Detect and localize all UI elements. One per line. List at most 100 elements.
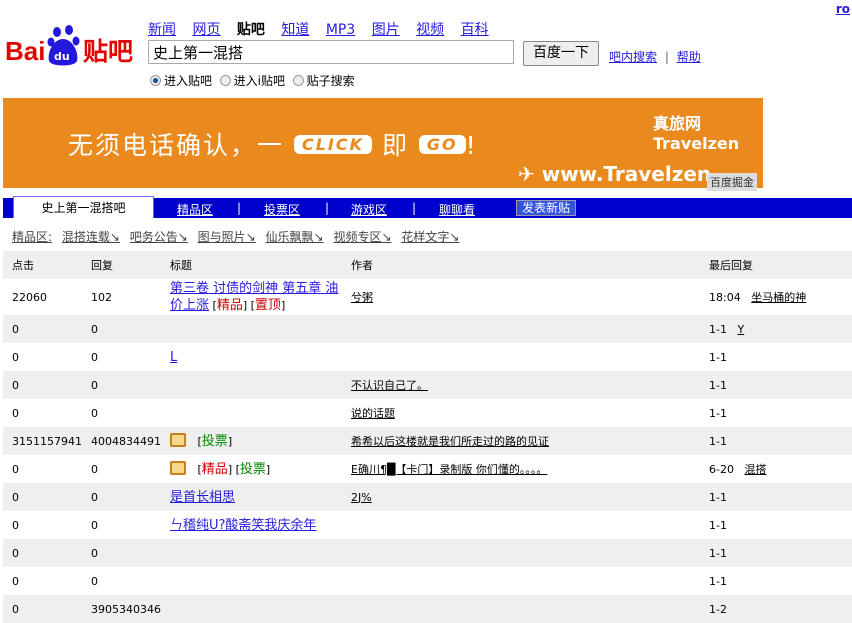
last-reply-user-link[interactable]: 混搭 xyxy=(744,463,766,476)
svg-text:du: du xyxy=(54,50,70,63)
category-link[interactable]: 视频专区↘ xyxy=(333,230,391,244)
nav-web[interactable]: 网页 xyxy=(192,22,232,38)
tag-link[interactable]: 投票 xyxy=(202,434,228,449)
author-link[interactable]: 兮粥 xyxy=(351,291,373,304)
clicks: 0 xyxy=(12,462,19,476)
author-link[interactable]: 2J% xyxy=(351,491,372,504)
author-cell xyxy=(342,343,700,371)
replies: 4004834491 xyxy=(91,434,161,448)
radio-icon[interactable] xyxy=(219,75,231,86)
tab-featured[interactable]: 精品区 xyxy=(177,201,213,218)
clicks: 0 xyxy=(12,322,19,336)
new-post-button[interactable]: 发表新贴 xyxy=(516,200,577,216)
nav-video[interactable]: 视频 xyxy=(416,22,456,38)
category-link[interactable]: 吧务公告↘ xyxy=(130,230,188,244)
search-links: 吧内搜索 | 帮助 xyxy=(609,48,701,65)
featured-label-link[interactable]: 精品区: xyxy=(12,230,52,244)
radio-icon[interactable] xyxy=(292,75,304,86)
table-row: 0 0 1-1 xyxy=(3,567,852,595)
nav-news[interactable]: 新闻 xyxy=(148,22,188,38)
replies: 0 xyxy=(91,406,98,420)
radio-enter-ibar[interactable]: 进入i贴吧 xyxy=(219,74,285,88)
search-input[interactable]: 史上第一混搭 xyxy=(148,40,514,64)
radio-icon[interactable] xyxy=(150,75,161,86)
banner-brand: 真旅网 Travelzen xyxy=(653,114,740,153)
divider: | xyxy=(412,201,417,215)
clicks: 0 xyxy=(12,518,19,532)
category-link[interactable]: 图与照片↘ xyxy=(198,230,256,244)
author-link[interactable]: 不认识自己了。 xyxy=(351,379,428,392)
banner-url: ✈ www.Travelzen xyxy=(518,162,712,186)
category-link[interactable]: 仙乐飘飘↘ xyxy=(266,230,324,244)
nav-tieba: 贴吧 xyxy=(236,22,265,38)
last-reply-cell: 1-1 xyxy=(700,427,852,455)
tab-vote[interactable]: 投票区 xyxy=(264,201,300,218)
tab-chat[interactable]: 聊聊看 xyxy=(439,201,475,218)
category-link[interactable]: 混搭连载↘ xyxy=(62,230,120,244)
table-header: 点击 回复 标题 作者 最后回复 xyxy=(3,251,852,279)
nav-baike[interactable]: 百科 xyxy=(461,22,501,38)
tag-link[interactable]: 精品 xyxy=(217,298,243,313)
last-reply-time: 18:04 xyxy=(709,291,741,304)
help-link[interactable]: 帮助 xyxy=(677,50,701,64)
author-cell: E确川¶█【卡门】录制版 你们懂的。。。。 xyxy=(342,455,700,483)
replies: 0 xyxy=(91,462,98,476)
ad-banner[interactable]: 无须电话确认，一 CLICK 即 GO! ✈ www.Travelzen 真旅网… xyxy=(3,98,763,188)
title-cell xyxy=(161,567,342,595)
search-button[interactable]: 百度一下 xyxy=(523,41,599,66)
nav-images[interactable]: 图片 xyxy=(372,22,412,38)
clicks: 0 xyxy=(12,546,19,560)
author-link[interactable]: E确川¶█【卡门】录制版 你们懂的。。。。 xyxy=(351,463,547,476)
radio-post-search[interactable]: 贴子搜索 xyxy=(292,74,355,88)
author-cell: 2J% xyxy=(342,483,700,511)
last-reply-cell: 1-1 xyxy=(700,539,852,567)
replies: 0 xyxy=(91,546,98,560)
tab-games[interactable]: 游戏区 xyxy=(351,201,387,218)
in-bar-search-link[interactable]: 吧内搜索 xyxy=(609,50,657,64)
author-cell: 说的话题 xyxy=(342,399,700,427)
clicks: 0 xyxy=(12,490,19,504)
replies: 0 xyxy=(91,518,98,532)
thread-title-link[interactable]: L xyxy=(170,350,177,365)
replies: 0 xyxy=(91,350,98,364)
clicks: 0 xyxy=(12,602,19,616)
tag-link[interactable]: 精品 xyxy=(202,462,228,477)
clicks: 0 xyxy=(12,350,19,364)
baidu-tieba-logo[interactable]: Bai du 贴吧 xyxy=(5,22,140,68)
author-link[interactable]: 希希以后这楼就是我们所走过的路的见证 xyxy=(351,435,549,448)
last-reply-user-link[interactable]: 坐马桶的神 xyxy=(751,291,806,304)
author-link[interactable]: 说的话题 xyxy=(351,407,395,420)
tab-home[interactable]: 史上第一混搭吧 xyxy=(13,196,154,218)
tag-link[interactable]: 置顶 xyxy=(255,298,281,313)
author-cell: 希希以后这楼就是我们所走过的路的见证 xyxy=(342,427,700,455)
author-cell: 兮粥 xyxy=(342,279,700,315)
title-cell: [精品] [投票] xyxy=(161,455,342,483)
banner-slogan: 无须电话确认，一 CLICK 即 GO! xyxy=(68,131,478,160)
title-cell: ㄣ稽纯U?酸斋笑我庆余年 xyxy=(161,511,342,539)
thread-title-link[interactable]: 是首长相思 xyxy=(170,490,235,505)
tag-link[interactable]: 投票 xyxy=(240,462,266,477)
replies: 0 xyxy=(91,574,98,588)
author-cell xyxy=(342,539,700,567)
last-reply-time: 1-1 xyxy=(709,406,727,420)
nav-zhidao[interactable]: 知道 xyxy=(281,22,321,38)
table-row: 0 3905340346 1-2 xyxy=(3,595,852,623)
category-link[interactable]: 花样文字↘ xyxy=(401,230,459,244)
clicks: 0 xyxy=(12,406,19,420)
last-reply-time: 6-20 xyxy=(709,463,734,476)
last-reply-cell: 1-2 xyxy=(700,595,852,623)
radio-enter-bar[interactable]: 进入贴吧 xyxy=(150,74,212,88)
nav-mp3[interactable]: MP3 xyxy=(326,22,367,38)
last-reply-cell: 1-1 xyxy=(700,511,852,539)
last-reply-user-link[interactable]: Y xyxy=(737,323,744,336)
login-link[interactable]: ro xyxy=(836,2,850,16)
replies: 102 xyxy=(91,290,112,304)
last-reply-cell: 6-20 混搭 xyxy=(700,455,852,483)
svg-text:贴吧: 贴吧 xyxy=(83,37,133,66)
thread-title-link[interactable]: ㄣ稽纯U?酸斋笑我庆余年 xyxy=(170,518,316,533)
last-reply-time: 1-1 xyxy=(709,546,727,560)
thread-table: 点击 回复 标题 作者 最后回复 22060 102 第三卷 讨债的剑神 第五章 油… xyxy=(3,251,852,623)
author-cell xyxy=(342,567,700,595)
last-reply-cell: 1-1 Y xyxy=(700,315,852,343)
divider: | xyxy=(664,50,669,64)
